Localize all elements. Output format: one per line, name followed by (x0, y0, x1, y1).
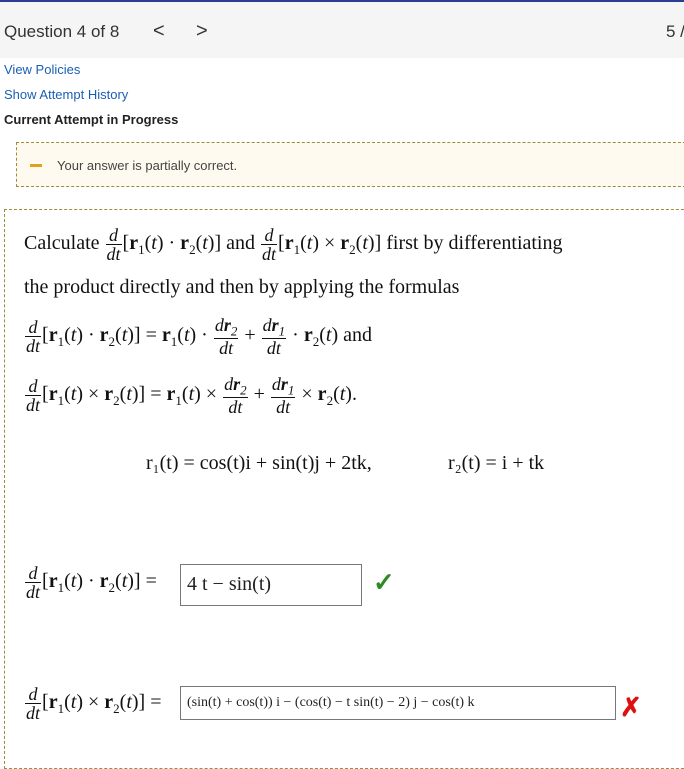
question-statement-line2: the product directly and then by applyin… (24, 276, 460, 298)
next-question-button[interactable]: > (196, 20, 208, 43)
cross-icon: ✗ (620, 692, 642, 722)
and-word: and (343, 323, 372, 346)
attempt-status: Current Attempt in Progress (4, 112, 179, 127)
and-word: and (226, 232, 256, 255)
period: . (351, 382, 357, 405)
given-r2: r₂(t) = i + tk (448, 452, 545, 474)
question-statement-line1: Calculate d dt [r1(t) · r2(t)] and d dt [r1(… (24, 225, 563, 264)
cross-answer-prompt: d dt [r1(t) × r2(t)] = (25, 684, 162, 723)
cross-product-answer-input[interactable]: (sin(t) + cos(t)) i − (cos(t) − t sin(t)… (180, 686, 616, 720)
dot-answer-prompt: d dt [r1(t) · r2(t)] = (25, 563, 157, 602)
feedback-banner: Your answer is partially correct. (16, 142, 684, 187)
cross-product-formula: d dt [r1(t) × r2(t)] = r1(t) × dr2 dt + dr1… (25, 374, 357, 417)
previous-question-button[interactable]: < (153, 20, 165, 43)
view-policies-link[interactable]: View Policies (4, 62, 80, 77)
first-by-text: first by differentiating (386, 232, 563, 255)
question-header: Question 4 of 8 < > 5 / (0, 0, 684, 58)
partial-correct-icon (30, 164, 42, 167)
points-display: 5 / (666, 22, 684, 41)
show-attempt-history-link[interactable]: Show Attempt History (4, 87, 128, 102)
dot-product-answer-input[interactable]: 4 t − sin(t) (180, 564, 362, 606)
given-r1: r₁(t) = cos(t)i + sin(t)j + 2tk, (146, 452, 372, 474)
dot-product-formula: d dt [r1(t) · r2(t)] = r1(t) · dr2 dt + dr1… (25, 315, 372, 358)
derivative-operator: d dt (261, 225, 278, 264)
question-number: Question 4 of 8 (4, 22, 120, 41)
check-icon: ✓ (373, 567, 395, 597)
calculate-word: Calculate (24, 232, 100, 255)
feedback-text: Your answer is partially correct. (57, 158, 238, 173)
derivative-operator: d dt (105, 225, 122, 264)
